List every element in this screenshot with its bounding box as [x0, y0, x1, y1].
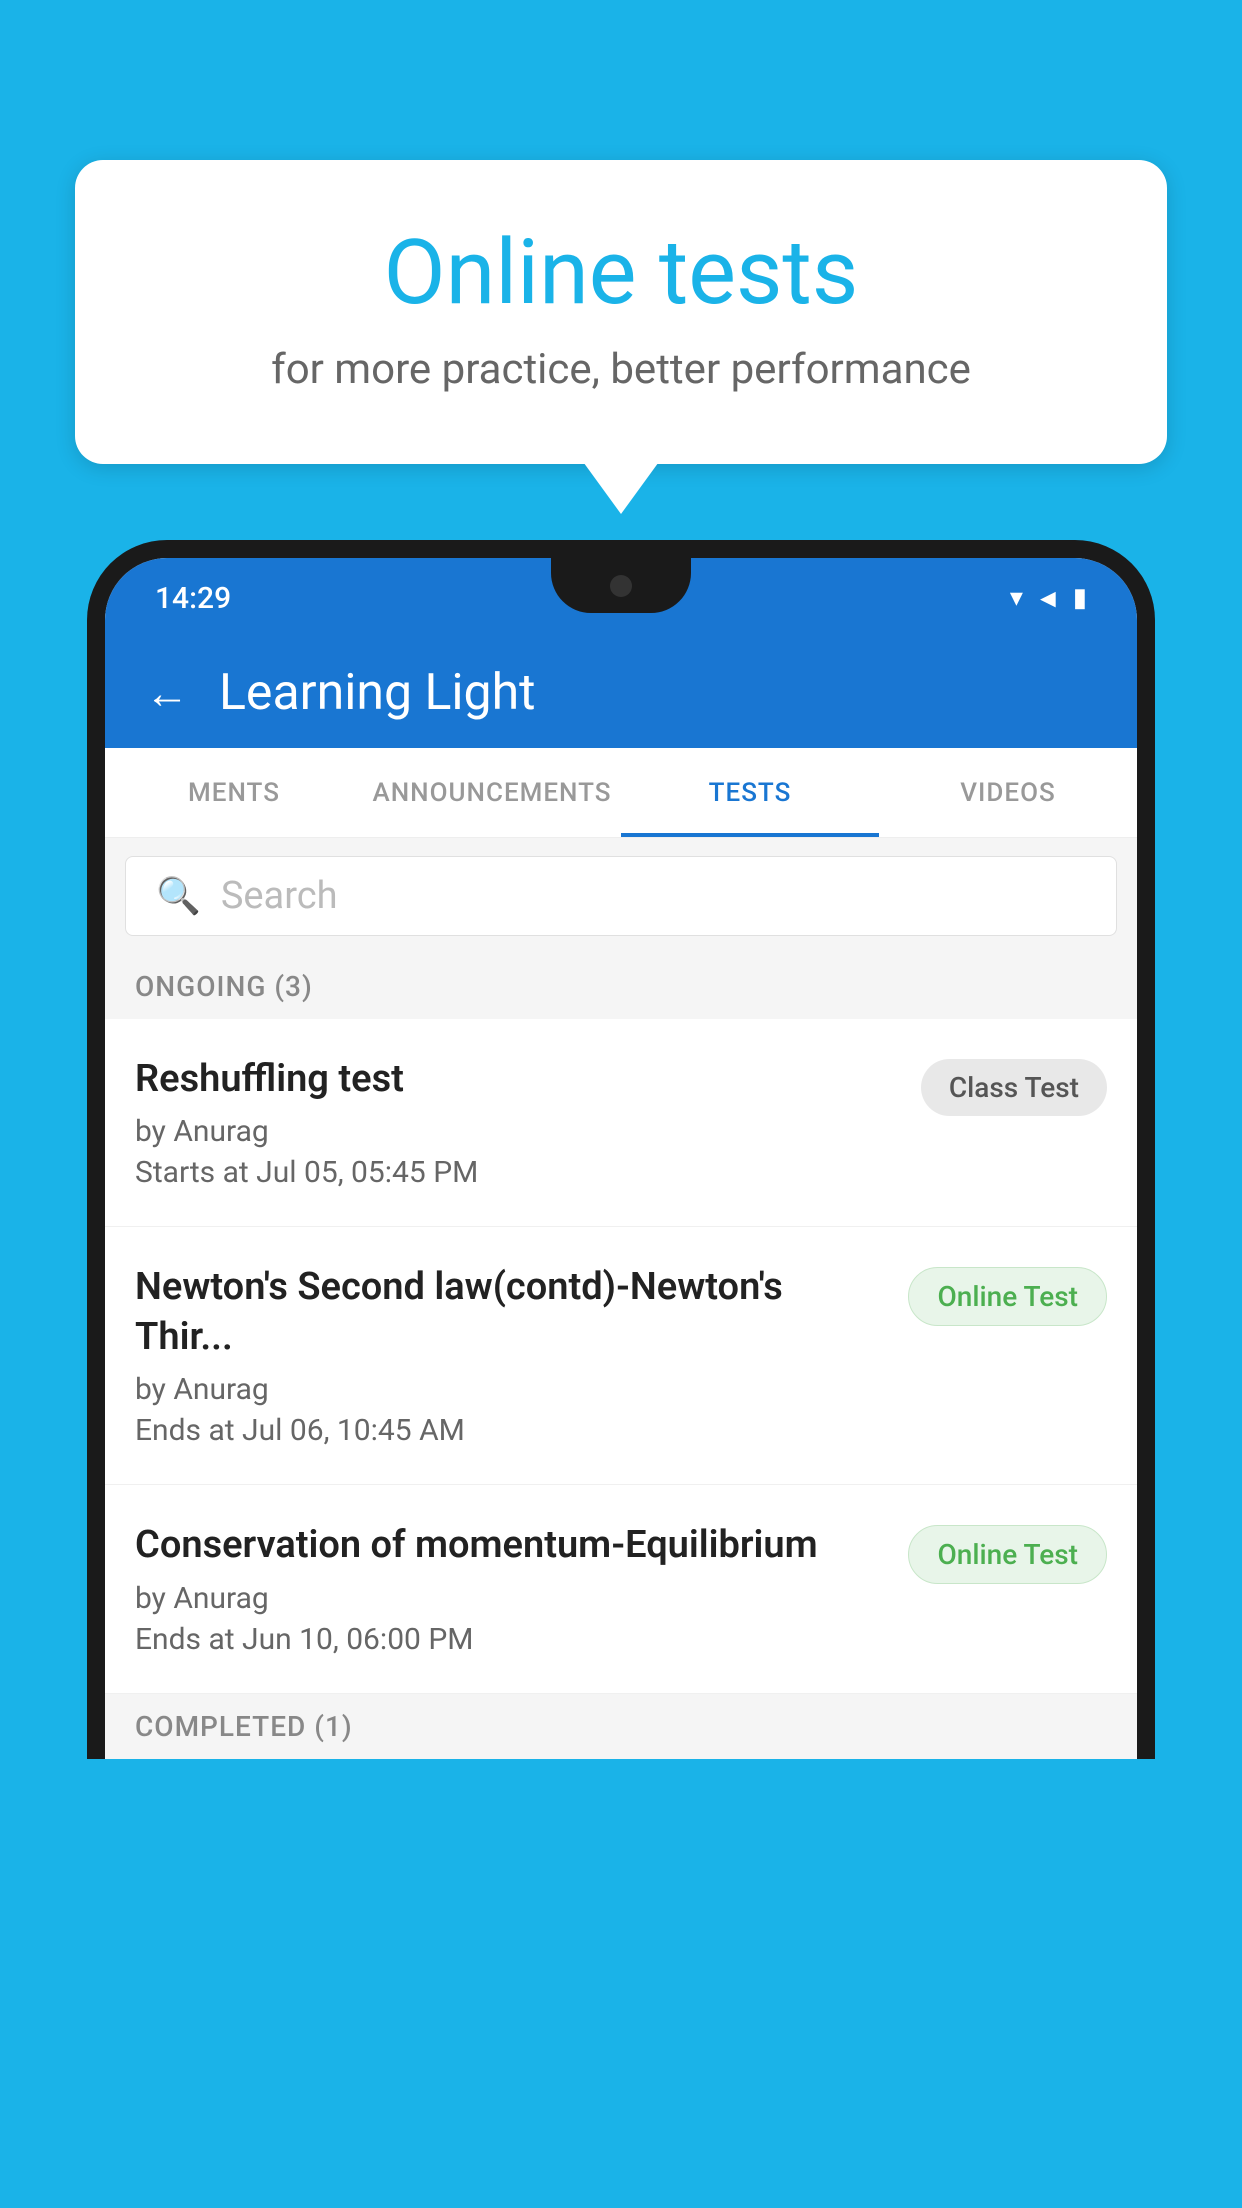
phone-outer: 14:29 ▾ ◄ ▮ ← Learning Light MENTS	[87, 540, 1155, 1759]
wifi-icon: ▾	[1010, 583, 1023, 613]
test-badge-online: Online Test	[908, 1525, 1107, 1584]
test-info: Conservation of momentum-Equilibrium by …	[135, 1521, 888, 1656]
camera-dot	[610, 575, 632, 597]
test-author: by Anurag	[135, 1372, 888, 1407]
search-icon: 🔍	[156, 875, 201, 917]
tab-ments[interactable]: MENTS	[105, 748, 363, 837]
test-author: by Anurag	[135, 1114, 901, 1149]
test-badge-online: Online Test	[908, 1267, 1107, 1326]
tab-tests[interactable]: TESTS	[621, 748, 879, 837]
test-list: Reshuffling test by Anurag Starts at Jul…	[105, 1019, 1137, 1694]
bubble-subtitle: for more practice, better performance	[155, 345, 1087, 394]
status-time: 14:29	[155, 581, 231, 616]
back-button[interactable]: ←	[145, 667, 189, 719]
completed-section-header: COMPLETED (1)	[105, 1694, 1137, 1759]
ongoing-section-header: ONGOING (3)	[105, 954, 1137, 1019]
test-item[interactable]: Newton's Second law(contd)-Newton's Thir…	[105, 1227, 1137, 1485]
test-badge-class: Class Test	[921, 1059, 1107, 1116]
speech-bubble: Online tests for more practice, better p…	[75, 160, 1167, 464]
test-time: Starts at Jul 05, 05:45 PM	[135, 1155, 901, 1190]
app-header: ← Learning Light	[105, 638, 1137, 748]
tab-videos[interactable]: VIDEOS	[879, 748, 1137, 837]
test-author: by Anurag	[135, 1581, 888, 1616]
test-item[interactable]: Reshuffling test by Anurag Starts at Jul…	[105, 1019, 1137, 1227]
phone-notch	[551, 558, 691, 613]
test-time: Ends at Jun 10, 06:00 PM	[135, 1622, 888, 1657]
test-info: Newton's Second law(contd)-Newton's Thir…	[135, 1263, 888, 1448]
test-name: Conservation of momentum-Equilibrium	[135, 1521, 888, 1570]
signal-icon: ◄	[1035, 583, 1061, 614]
test-name: Reshuffling test	[135, 1055, 901, 1104]
tab-bar: MENTS ANNOUNCEMENTS TESTS VIDEOS	[105, 748, 1137, 838]
test-time: Ends at Jul 06, 10:45 AM	[135, 1413, 888, 1448]
search-placeholder: Search	[221, 874, 338, 918]
bubble-title: Online tests	[155, 220, 1087, 325]
phone-device: 14:29 ▾ ◄ ▮ ← Learning Light MENTS	[87, 540, 1155, 2208]
app-title: Learning Light	[219, 664, 536, 722]
status-icons: ▾ ◄ ▮	[1010, 583, 1087, 614]
status-bar: 14:29 ▾ ◄ ▮	[105, 558, 1137, 638]
battery-icon: ▮	[1073, 583, 1087, 613]
test-name: Newton's Second law(contd)-Newton's Thir…	[135, 1263, 888, 1362]
search-container: 🔍 Search	[105, 838, 1137, 954]
phone-inner: 14:29 ▾ ◄ ▮ ← Learning Light MENTS	[105, 558, 1137, 1759]
test-info: Reshuffling test by Anurag Starts at Jul…	[135, 1055, 901, 1190]
search-bar[interactable]: 🔍 Search	[125, 856, 1117, 936]
test-item[interactable]: Conservation of momentum-Equilibrium by …	[105, 1485, 1137, 1693]
tab-announcements[interactable]: ANNOUNCEMENTS	[363, 748, 621, 837]
